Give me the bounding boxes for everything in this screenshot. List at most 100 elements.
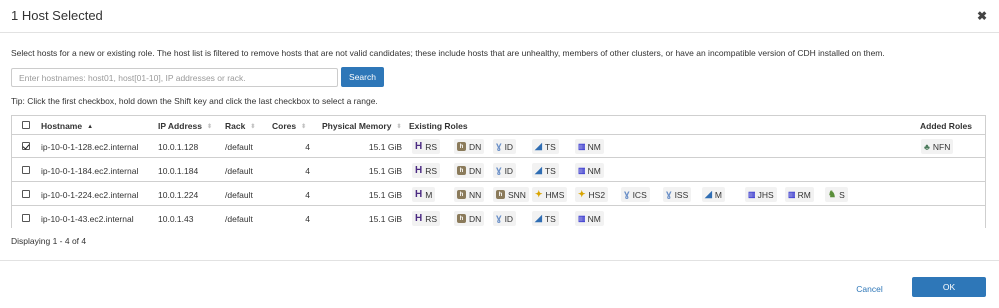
mapreduce-icon: ▥ bbox=[788, 190, 796, 199]
cancel-button[interactable]: Cancel bbox=[842, 281, 897, 299]
existing-role-badge: ▥ NM bbox=[575, 139, 604, 154]
col-rack-label: Rack bbox=[225, 121, 246, 131]
table-header: Hostname ▲ IP Address ⬍ Rack ⬍ Cores ⬍ Physi… bbox=[12, 116, 985, 135]
hosts-table: Hostname ▲ IP Address ⬍ Rack ⬍ Cores ⬍ Physi… bbox=[11, 115, 986, 230]
hive-icon: ✦ bbox=[535, 189, 543, 199]
row-checkbox[interactable] bbox=[22, 142, 30, 150]
role-label: NM bbox=[587, 165, 601, 176]
col-memory[interactable]: Physical Memory ⬍ bbox=[322, 121, 401, 131]
existing-role-badge: h SNN bbox=[493, 187, 529, 202]
role-label: RM bbox=[797, 189, 811, 200]
rack-cell: /default bbox=[225, 142, 253, 152]
col-ip-label: IP Address bbox=[158, 121, 202, 131]
role-label: M bbox=[714, 189, 723, 200]
sort-icon: ⬍ bbox=[250, 124, 256, 130]
role-label: DN bbox=[469, 213, 482, 224]
sort-asc-icon: ▲ bbox=[87, 124, 94, 130]
hive-icon: ✦ bbox=[578, 189, 586, 199]
hbase-icon: H bbox=[415, 165, 423, 176]
existing-role-badge: ✦ HMS bbox=[532, 187, 568, 202]
role-label: RS bbox=[425, 213, 438, 224]
row-checkbox[interactable] bbox=[22, 214, 30, 222]
existing-role-badge: h DN bbox=[454, 211, 485, 226]
role-label: SNN bbox=[508, 189, 526, 200]
col-hostname[interactable]: Hostname ▲ bbox=[41, 121, 93, 131]
role-label: TS bbox=[544, 213, 556, 224]
role-label: DN bbox=[469, 165, 482, 176]
col-rack[interactable]: Rack ⬍ bbox=[225, 121, 255, 131]
existing-role-badge: ▥ RM bbox=[785, 187, 814, 202]
select-all-checkbox[interactable] bbox=[22, 121, 30, 129]
yarn-icon: ◢ bbox=[705, 189, 712, 199]
spark-icon: ♞ bbox=[828, 189, 837, 199]
role-label: ID bbox=[504, 165, 514, 176]
dialog-footer: Cancel OK bbox=[0, 260, 999, 308]
memory-cell: 15.1 GiB bbox=[368, 190, 402, 200]
added-role-badge: ♣ NFN bbox=[921, 139, 954, 154]
existing-role-badge: ◢ TS bbox=[532, 139, 559, 154]
dialog-description: Select hosts for a new or existing role.… bbox=[11, 48, 885, 58]
ip-cell: 10.0.1.224 bbox=[158, 190, 199, 200]
zookeeper-icon: ɣ bbox=[496, 213, 502, 224]
hbase-icon: H bbox=[415, 189, 423, 200]
existing-role-badge: ✦ HS2 bbox=[575, 187, 609, 202]
cores-cell: 4 bbox=[305, 142, 310, 152]
existing-role-badge: ɣ ID bbox=[493, 211, 517, 226]
hdfs-icon: h bbox=[457, 166, 466, 175]
role-label: NM bbox=[587, 141, 601, 152]
col-hostname-label: Hostname bbox=[41, 121, 83, 131]
existing-role-badge: HM bbox=[412, 187, 436, 202]
yarn-icon: ◢ bbox=[535, 141, 542, 151]
table-row[interactable]: ip-10-0-1-43.ec2.internal 10.0.1.43/defau… bbox=[12, 207, 985, 230]
role-label: ID bbox=[504, 141, 514, 152]
rack-cell: /default bbox=[225, 166, 253, 176]
hostname-cell: ip-10-0-1-224.ec2.internal bbox=[41, 190, 139, 200]
role-label: ICS bbox=[632, 189, 647, 200]
zookeeper-icon: ɣ bbox=[666, 189, 672, 200]
search-button[interactable]: Search bbox=[341, 67, 384, 87]
existing-role-badge: ▥ NM bbox=[575, 211, 604, 226]
ok-button[interactable]: OK bbox=[912, 277, 986, 297]
sort-icon: ⬍ bbox=[301, 124, 307, 130]
range-tip: Tip: Click the first checkbox, hold down… bbox=[11, 96, 378, 106]
role-label: DN bbox=[469, 141, 482, 152]
existing-role-badge: ▥ NM bbox=[575, 163, 604, 178]
mapreduce-icon: ▥ bbox=[748, 190, 756, 199]
existing-role-badge: H RS bbox=[412, 163, 441, 178]
role-label: HS2 bbox=[588, 189, 606, 200]
row-checkbox[interactable] bbox=[22, 190, 30, 198]
memory-cell: 15.1 GiB bbox=[368, 214, 402, 224]
existing-role-badge: h DN bbox=[454, 139, 485, 154]
hdfs-icon: h bbox=[457, 142, 466, 151]
zookeeper-icon: ɣ bbox=[496, 141, 502, 152]
role-label: ID bbox=[504, 213, 514, 224]
cores-cell: 4 bbox=[305, 214, 310, 224]
zookeeper-icon: ɣ bbox=[624, 189, 630, 200]
cores-cell: 4 bbox=[305, 166, 310, 176]
row-checkbox[interactable] bbox=[22, 166, 30, 174]
hdfs-icon: h bbox=[457, 214, 466, 223]
role-label: NM bbox=[587, 213, 601, 224]
col-ip[interactable]: IP Address ⬍ bbox=[158, 121, 212, 131]
displaying-count: Displaying 1 - 4 of 4 bbox=[11, 236, 87, 246]
role-label: ISS bbox=[674, 189, 689, 200]
ip-cell: 10.0.1.184 bbox=[158, 166, 199, 176]
col-cores-label: Cores bbox=[272, 121, 297, 131]
rack-cell: /default bbox=[225, 190, 253, 200]
rack-cell: /default bbox=[225, 214, 253, 224]
mapreduce-icon: ▥ bbox=[578, 142, 586, 151]
close-icon[interactable]: ✖ bbox=[977, 9, 987, 23]
memory-cell: 15.1 GiB bbox=[368, 166, 402, 176]
role-label: NFN bbox=[932, 141, 951, 152]
existing-role-badge: h DN bbox=[454, 163, 485, 178]
host-search-input[interactable] bbox=[11, 68, 338, 87]
table-row[interactable]: ip-10-0-1-128.ec2.internal 10.0.1.128/def… bbox=[12, 135, 985, 158]
col-cores[interactable]: Cores ⬍ bbox=[272, 121, 306, 131]
cores-cell: 4 bbox=[305, 190, 310, 200]
flume-icon: ♣ bbox=[924, 141, 930, 152]
table-row[interactable]: ip-10-0-1-224.ec2.internal 10.0.1.224/def… bbox=[12, 183, 985, 206]
hostname-cell: ip-10-0-1-184.ec2.internal bbox=[41, 166, 139, 176]
table-row[interactable]: ip-10-0-1-184.ec2.internal 10.0.1.184/def… bbox=[12, 159, 985, 182]
hdfs-icon: h bbox=[457, 190, 466, 199]
mapreduce-icon: ▥ bbox=[578, 166, 586, 175]
